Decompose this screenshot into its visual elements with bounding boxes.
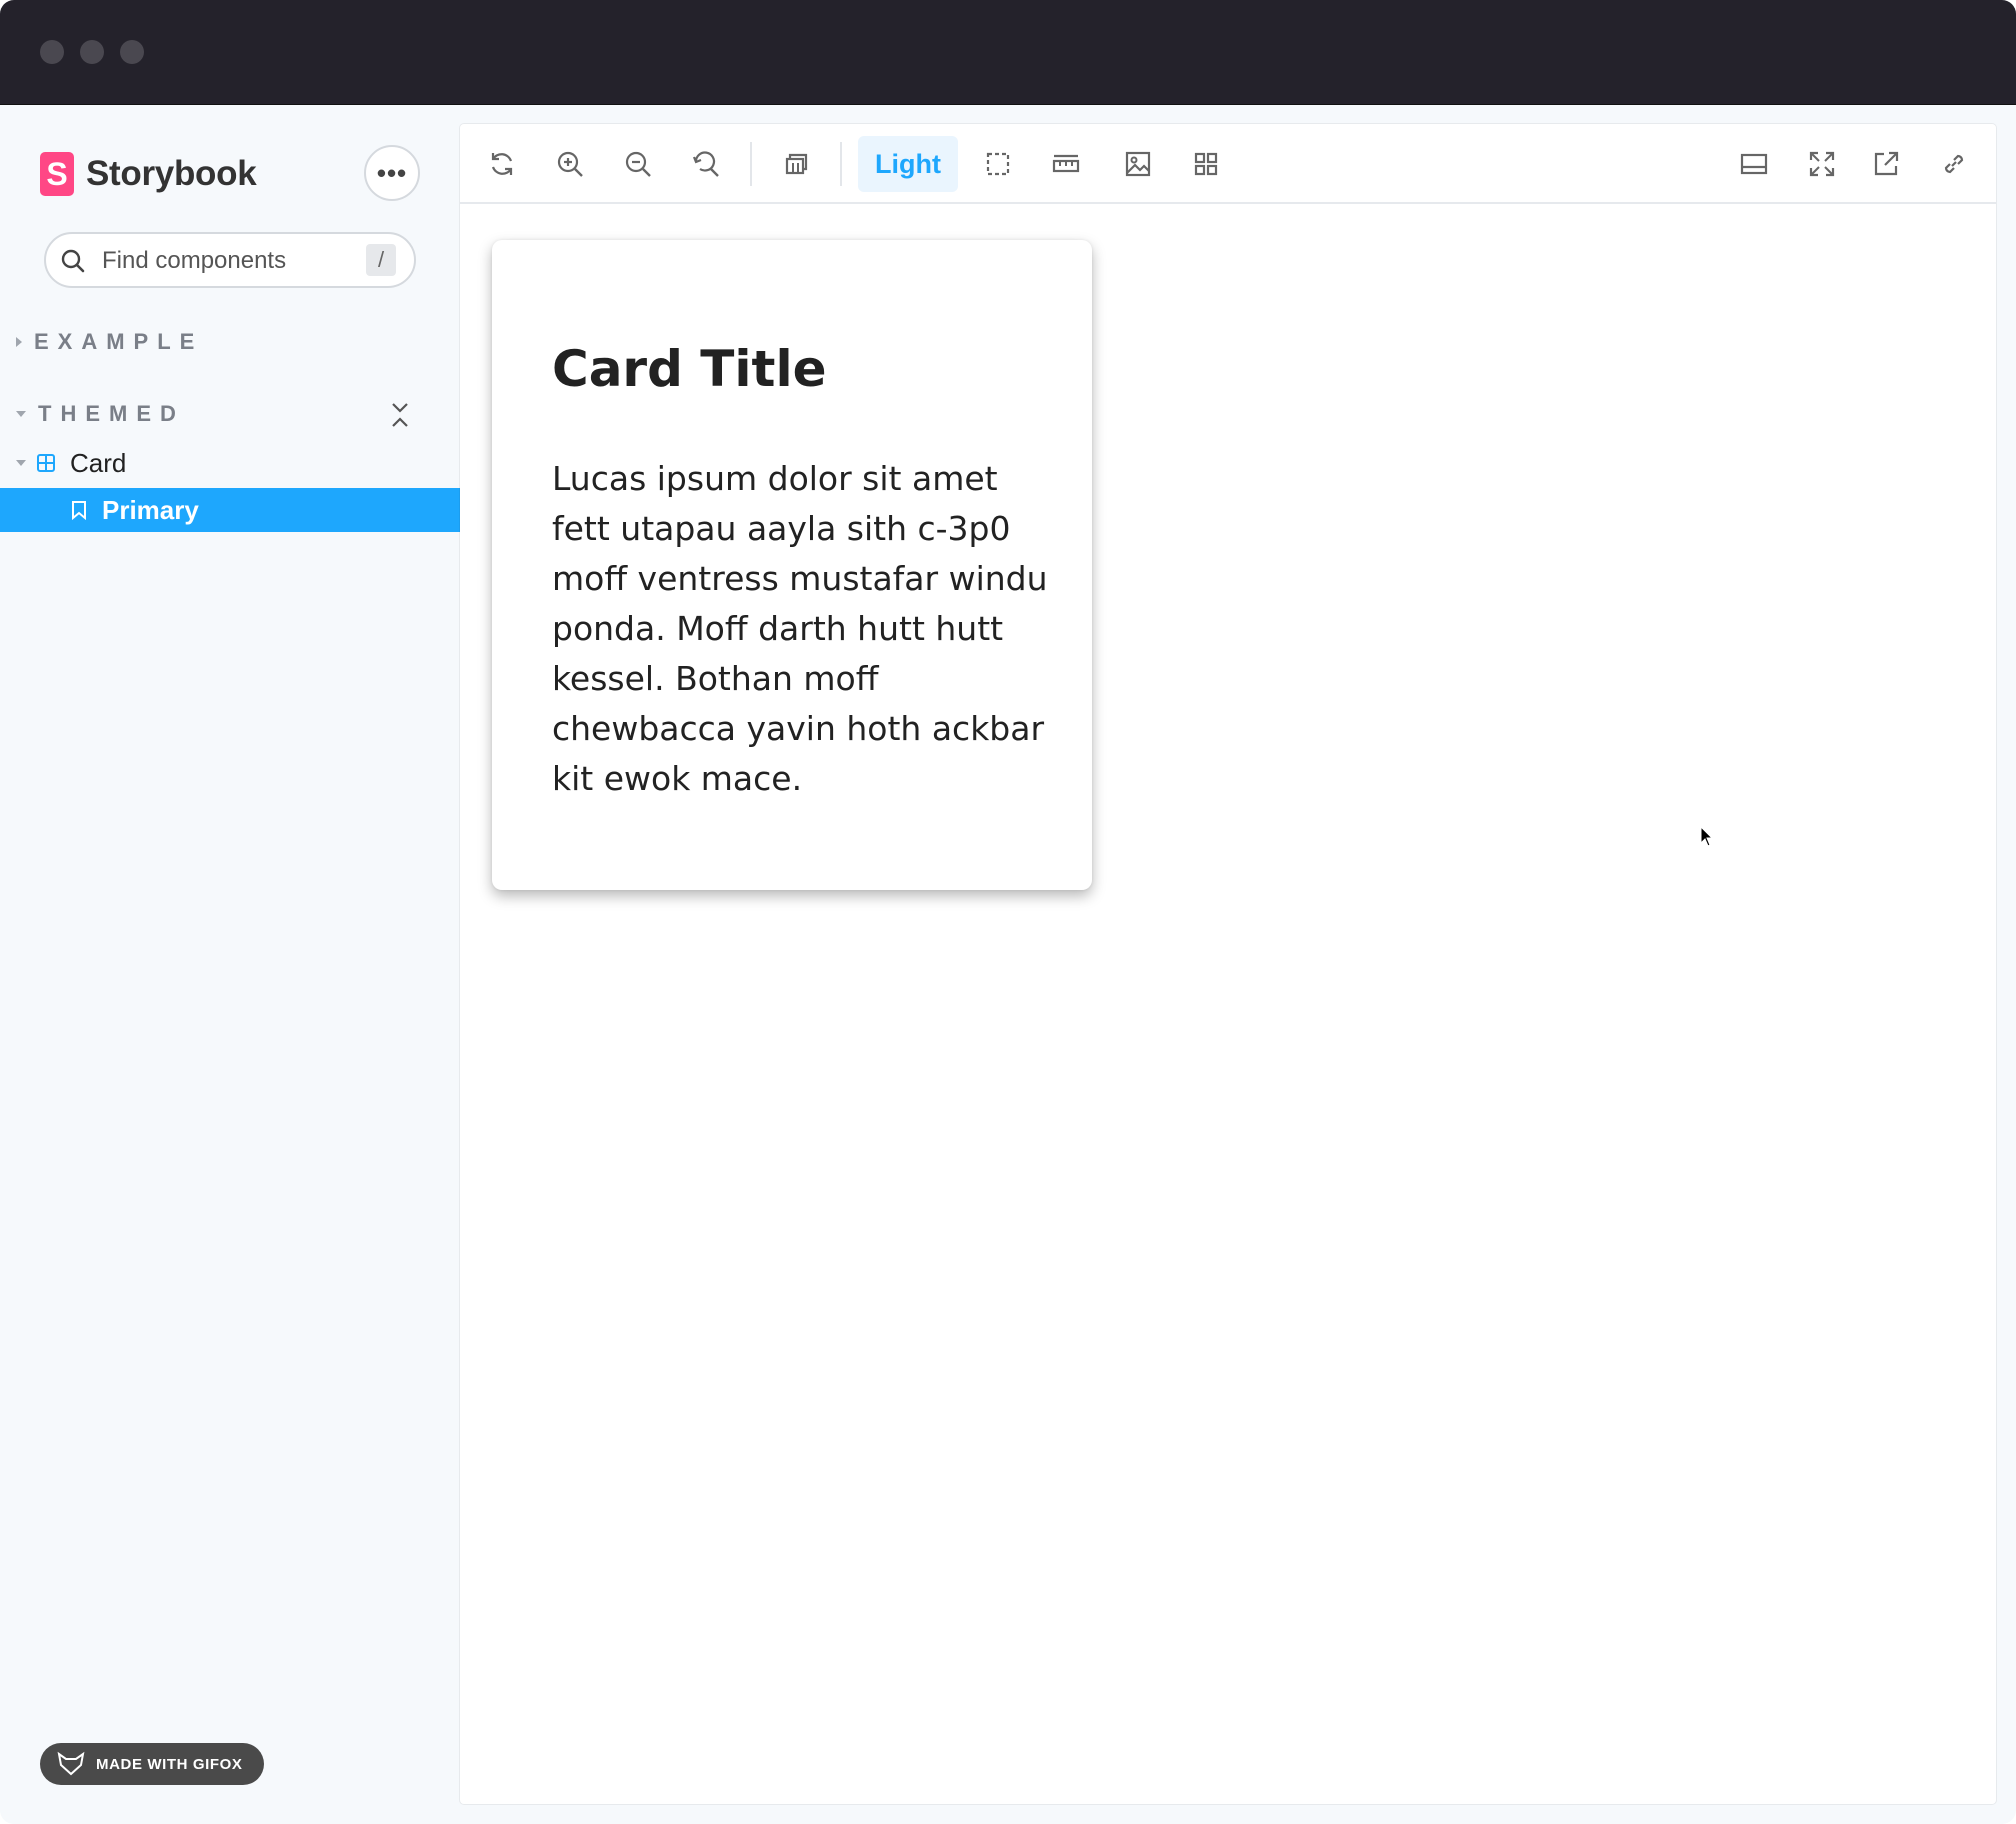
brand-name: Storybook [86,154,257,193]
zoom-reset-icon [692,151,719,177]
card-body: Lucas ipsum dolor sit amet fett utapau a… [552,459,1048,798]
tree-item-primary-label: Primary [102,494,199,525]
storybook-logo-icon: S [40,152,74,196]
mouse-cursor-icon [1700,826,1714,847]
main-panel: Light Card Title Lucas ipsum dolor sit a… [460,124,1996,1804]
window-maximize-button[interactable] [120,40,144,64]
image-button[interactable] [1114,140,1162,188]
search-box: / [44,232,416,288]
background-light-button[interactable]: Light [858,136,958,192]
caret-down-icon [16,411,26,417]
brand[interactable]: S Storybook [40,151,257,197]
reload-button[interactable] [478,140,526,188]
window-minimize-button[interactable] [80,40,104,64]
group-themed[interactable]: THEMED [16,399,185,429]
open-new-tab-icon [1874,151,1899,176]
window-close-button[interactable] [40,40,64,64]
gifox-badge-label: MADE WITH GIFOX [96,1755,243,1773]
gifox-badge: MADE WITH GIFOX [40,1743,264,1785]
card-component: Card Title Lucas ipsum dolor sit amet fe… [492,240,1092,890]
group-example[interactable]: EXAMPLE [16,327,203,357]
viewport-icon [1194,152,1218,176]
toolbar: Light [460,124,1996,204]
grid-button[interactable] [772,140,820,188]
group-example-label: EXAMPLE [34,329,204,354]
more-options-button[interactable]: ••• [364,145,420,201]
viewport-button[interactable] [1182,140,1230,188]
bookmark-icon [72,501,86,520]
open-new-tab-button[interactable] [1862,140,1910,188]
tree-item-card[interactable]: Card [0,441,460,485]
copy-link-button[interactable] [1930,140,1978,188]
image-icon [1125,151,1151,177]
sidebar: S Storybook ••• / EXAMPLE THEMED [0,105,460,1824]
link-icon [1944,154,1964,174]
zoom-out-icon [625,151,651,177]
outline-icon [986,152,1010,176]
window-titlebar [0,0,2016,105]
fullscreen-button[interactable] [1798,140,1846,188]
caret-right-icon [16,337,22,347]
fullscreen-icon [1809,151,1835,177]
card-title: Card Title [552,340,827,398]
search-shortcut-badge: / [366,244,396,276]
group-themed-label: THEMED [38,401,185,426]
zoom-in-button[interactable] [546,140,594,188]
reload-icon [491,153,513,175]
zoom-out-button[interactable] [614,140,662,188]
outline-button[interactable] [974,140,1022,188]
component-icon [37,454,55,472]
measure-button[interactable] [1042,140,1090,188]
bottom-panel-button[interactable] [1730,140,1778,188]
search-icon [61,249,85,273]
toolbar-divider [840,142,842,186]
toolbar-divider [750,142,752,186]
fox-icon [57,1751,85,1776]
collapse-all-icon[interactable] [388,401,412,429]
tree-item-primary[interactable]: Primary [0,488,460,532]
tree-item-card-label: Card [70,447,127,478]
app-window: S Storybook ••• / EXAMPLE THEMED [0,0,2016,1824]
measure-icon [1052,154,1080,173]
bottom-panel-icon [1740,153,1768,175]
search-input[interactable] [102,244,352,278]
zoom-in-icon [557,151,583,177]
zoom-reset-button[interactable] [682,140,730,188]
caret-down-icon [16,460,26,466]
grid-icon [785,153,808,175]
